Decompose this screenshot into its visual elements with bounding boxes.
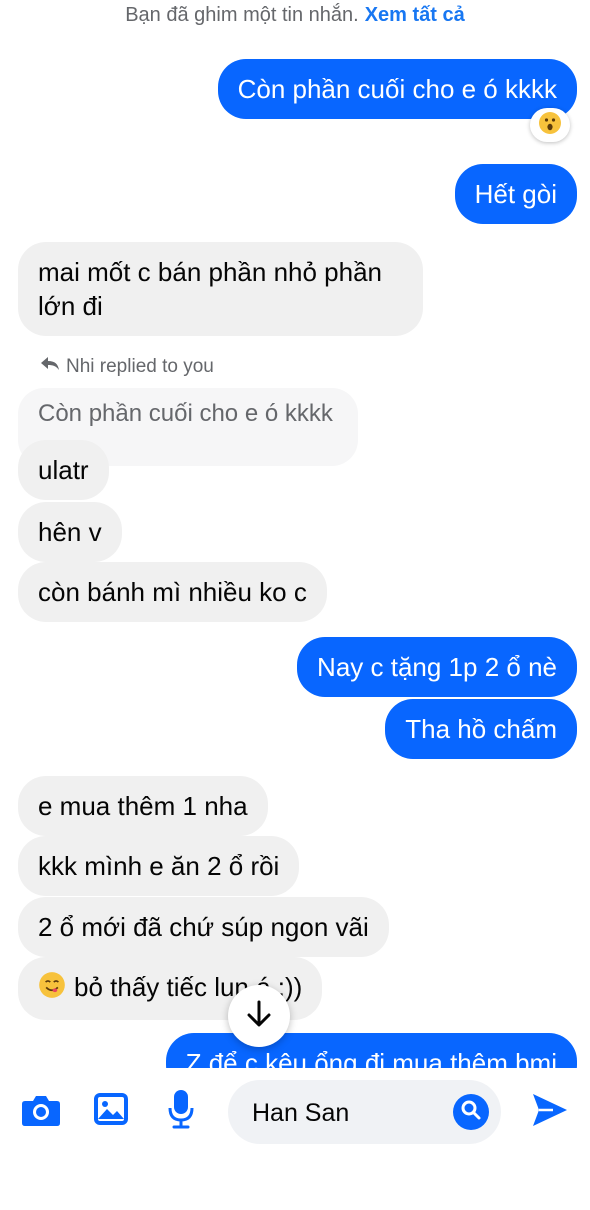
message-text: ulatr <box>38 455 89 485</box>
message-text: hên v <box>38 517 102 547</box>
message-bubble-incoming[interactable]: e mua thêm 1 nha <box>18 776 268 836</box>
camera-button[interactable] <box>20 1092 62 1132</box>
see-all-link[interactable]: Xem tất cả <box>365 4 465 26</box>
message-text: còn bánh mì nhiều ko c <box>38 577 307 607</box>
message-text: kkk mình e ăn 2 ổ rồi <box>38 851 280 881</box>
message-bubble-incoming[interactable]: kkk mình e ăn 2 ổ rồi <box>18 836 300 896</box>
reply-arrow-icon <box>40 356 60 378</box>
message-bubble-outgoing[interactable]: Tha hồ chấm <box>385 699 577 759</box>
message-bubble-incoming[interactable]: ulatr <box>18 440 109 500</box>
reply-meta-text: Nhi replied to you <box>66 356 214 377</box>
message-text: e mua thêm 1 nha <box>38 791 248 821</box>
message-reaction[interactable] <box>530 108 570 142</box>
message-bubble-outgoing[interactable]: Còn phần cuối cho e ó kkkk <box>217 59 577 119</box>
microphone-button[interactable] <box>165 1089 197 1134</box>
search-input[interactable] <box>250 1094 454 1132</box>
message-text: 2 ổ mới đã chứ súp ngon vãi <box>38 912 369 942</box>
search-icon <box>460 1099 482 1126</box>
message-bubble-incoming[interactable]: còn bánh mì nhiều ko c <box>18 562 327 622</box>
message-bubble-incoming[interactable]: hên v <box>18 502 122 562</box>
pinned-message-banner: Bạn đã ghim một tin nhắn. Xem tất cả <box>0 4 590 27</box>
pinned-text: Bạn đã ghim một tin nhắn. <box>125 4 359 26</box>
search-button[interactable] <box>453 1094 489 1130</box>
surprised-face-icon <box>538 111 562 140</box>
yum-face-icon <box>38 971 66 1007</box>
message-text: Còn phần cuối cho e ó kkkk <box>237 74 557 104</box>
message-text: Hết gòi <box>474 179 557 209</box>
message-text: mai mốt c bán phần nhỏ phần lớn đi <box>38 257 383 321</box>
scroll-to-bottom-button[interactable] <box>228 985 290 1047</box>
message-text: Tha hồ chấm <box>405 714 557 744</box>
image-icon <box>93 1092 129 1131</box>
camera-icon <box>21 1093 61 1132</box>
message-bubble-outgoing[interactable]: Hết gòi <box>454 164 577 224</box>
message-bubble-incoming[interactable]: 2 ổ mới đã chứ súp ngon vãi <box>18 897 389 957</box>
message-bubble-outgoing[interactable]: Nay c tặng 1p 2 ổ nè <box>297 637 577 697</box>
message-text: Nay c tặng 1p 2 ổ nè <box>317 652 557 682</box>
quoted-text: Còn phần cuối cho e ó kkkk <box>38 400 333 427</box>
arrow-down-icon <box>246 1000 272 1033</box>
message-bubble-incoming[interactable]: mai mốt c bán phần nhỏ phần lớn đi <box>18 242 423 336</box>
message-search-field <box>228 1080 501 1144</box>
microphone-icon <box>167 1089 195 1134</box>
send-icon <box>531 1092 569 1133</box>
send-button[interactable] <box>530 1092 570 1132</box>
reply-indicator: Nhi replied to you <box>40 356 214 378</box>
gallery-button[interactable] <box>92 1092 130 1130</box>
